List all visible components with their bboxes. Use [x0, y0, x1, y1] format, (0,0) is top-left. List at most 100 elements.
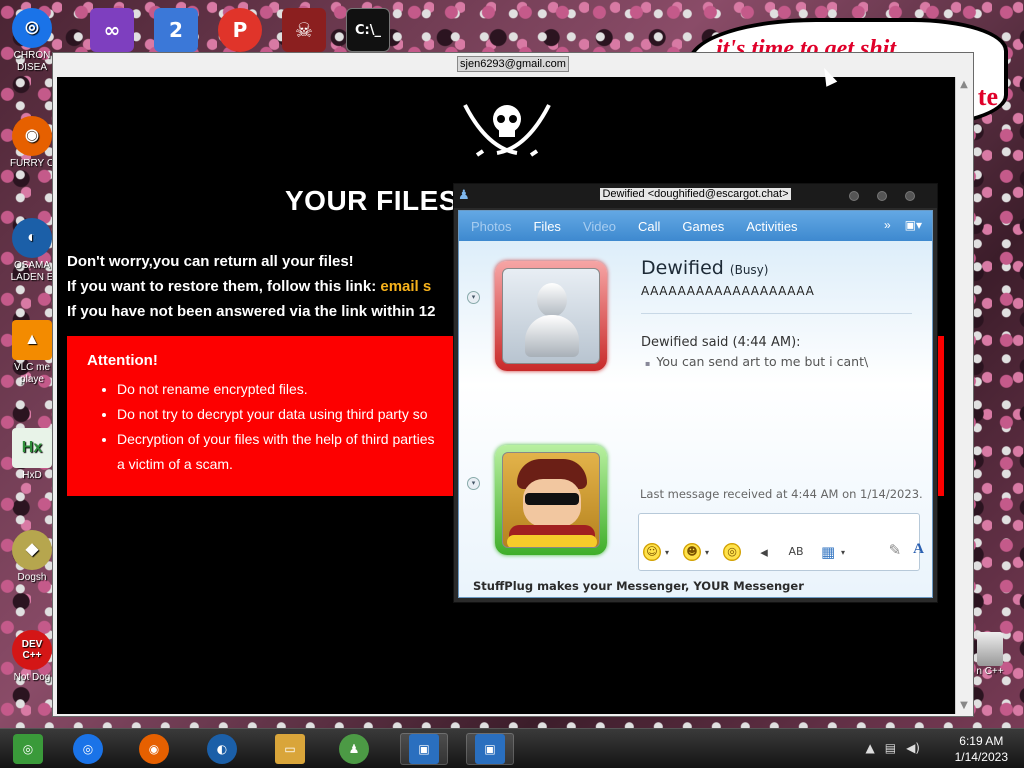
wink-icon[interactable]: ☻: [683, 543, 702, 561]
p-icon[interactable]: P: [218, 8, 262, 52]
ransom-email-link[interactable]: email s: [380, 278, 431, 295]
toolbar-games[interactable]: Games: [682, 219, 724, 234]
toolbar-call[interactable]: Call: [638, 219, 660, 234]
chromium-icon: ◎: [13, 734, 43, 764]
taskbar-chrome[interactable]: ◎: [64, 733, 112, 765]
taskbar-messenger[interactable]: ♟: [330, 733, 378, 765]
obama-logo-icon: ◐: [207, 734, 237, 764]
taskbar-firefox[interactable]: ◉: [130, 733, 178, 765]
network-icon[interactable]: ▤: [885, 741, 896, 755]
input-toolbar: ☺ ▾ ☻ ▾ ◎ ◂ AB ▦ ▾: [643, 543, 845, 561]
wink-caret-icon[interactable]: ▾: [705, 548, 709, 557]
firefox-icon: ◉: [139, 734, 169, 764]
self-avatar-frame[interactable]: [495, 445, 607, 555]
toolbar-right: » ▣▾: [884, 218, 922, 232]
taskbar-explorer[interactable]: ▭: [266, 733, 314, 765]
show-hidden-icons-icon[interactable]: ▲: [866, 741, 875, 755]
message-input[interactable]: [638, 513, 920, 571]
dogsh-icon: ◆: [12, 530, 52, 570]
voice-clip-icon[interactable]: ◂: [755, 543, 773, 561]
two-icon[interactable]: 2: [154, 8, 198, 52]
dev-cpp-icon: DEV C++: [12, 630, 52, 670]
taskbar-chromium[interactable]: ◎: [4, 733, 52, 765]
firefox-icon: ◉: [12, 116, 52, 156]
visual-studio-icon[interactable]: ∞: [90, 8, 134, 52]
installer-icon: ▣: [409, 734, 439, 764]
close-button[interactable]: [905, 191, 915, 201]
contact-avatar-frame[interactable]: [495, 261, 607, 371]
toolbar-options-icon[interactable]: ▣▾: [905, 218, 922, 232]
cmd-icon[interactable]: C:\_: [346, 8, 390, 52]
clock-time: 6:19 AM: [959, 734, 1004, 748]
ransom-scrollbar[interactable]: ▲ ▼: [955, 77, 971, 714]
message-header: Dewified said (4:44 AM):: [641, 335, 801, 350]
messenger-window: ♟ Dewified <doughified@escargot.chat> Ph…: [453, 183, 938, 603]
last-message-received: Last message received at 4:44 AM on 1/14…: [640, 487, 923, 501]
red-sigil-icon[interactable]: ☠: [282, 8, 326, 52]
ransom-heading: YOUR FILES: [285, 185, 459, 216]
messenger-title: Dewified <doughified@escargot.chat>: [454, 188, 937, 200]
taskbar-setup-1[interactable]: ▣: [400, 733, 448, 765]
pen-icon[interactable]: ✎: [889, 541, 902, 559]
obama-logo-icon: ◐: [12, 218, 52, 258]
ransom-instructions: Don't worry,you can return all your file…: [67, 249, 435, 324]
contact-status: (Busy): [729, 263, 769, 277]
avatar-sunglasses: [525, 493, 579, 505]
recycle-bin-icon: [977, 632, 1003, 666]
volume-icon[interactable]: ◀): [906, 741, 920, 755]
contact-personal-message: AAAAAAAAAAAAAAAAAAA: [641, 284, 815, 298]
speech-fragment: te: [977, 82, 998, 111]
clock[interactable]: 6:19 AM 1/14/2023: [955, 733, 1008, 765]
messenger-buddies-icon: ♟: [339, 734, 369, 764]
collapse-self-button[interactable]: ▾: [467, 477, 480, 490]
ransom-line-2: If you want to restore them, follow this…: [67, 274, 435, 299]
vlc-cone-icon: ▲: [12, 320, 52, 360]
background-icon[interactable]: ▦: [819, 543, 837, 561]
self-avatar: [502, 452, 600, 548]
messenger-toolbar: Photos Files Video Call Games Activities…: [459, 211, 932, 241]
messenger-titlebar[interactable]: ♟ Dewified <doughified@escargot.chat>: [454, 184, 937, 208]
avatar-gold-coins: [507, 535, 597, 547]
font-icon[interactable]: A: [913, 541, 924, 559]
divider: [641, 313, 912, 314]
toolbar-files[interactable]: Files: [533, 219, 560, 234]
messenger-title-text: Dewified <doughified@escargot.chat>: [600, 188, 791, 200]
ransom-line-3: If you have not been answered via the li…: [67, 303, 436, 320]
taskbar-obama[interactable]: ◐: [198, 733, 246, 765]
background-caret-icon[interactable]: ▾: [841, 548, 845, 557]
contact-name: Dewified (Busy): [641, 257, 768, 279]
installer-icon: ▣: [475, 734, 505, 764]
emoticon-icon[interactable]: ☺: [643, 543, 661, 561]
emoticon-caret-icon[interactable]: ▾: [665, 548, 669, 557]
conversation-pane: Photos Files Video Call Games Activities…: [458, 210, 933, 598]
scroll-down-icon[interactable]: ▼: [956, 698, 972, 714]
ransom-window-title: sjen6293@gmail.com: [457, 56, 569, 72]
clock-date: 1/14/2023: [954, 750, 1008, 764]
default-user-body: [525, 315, 579, 357]
message-text: You can send art to me but i cant\: [645, 354, 868, 369]
contact-avatar: [502, 268, 600, 364]
nudge-icon[interactable]: ◎: [723, 543, 742, 561]
toolbar-more-icon[interactable]: »: [884, 218, 891, 232]
ransom-window-titlebar[interactable]: sjen6293@gmail.com: [53, 53, 973, 75]
maximize-button[interactable]: [877, 191, 887, 201]
ransom-line-1: Don't worry,you can return all your file…: [67, 253, 354, 270]
ransom-line-2-prefix: If you want to restore them, follow this…: [67, 278, 381, 295]
spellcheck-icon[interactable]: AB: [787, 543, 805, 561]
taskbar: ◎ ◎ ◉ ◐ ▭ ♟ ▣ ▣ ▲ ▤ ◀) 6:19 AM 1/14/2023: [0, 728, 1024, 768]
chrome-icon: ◎: [12, 8, 52, 48]
system-tray: ▲ ▤ ◀): [866, 741, 921, 755]
toolbar-activities[interactable]: Activities: [746, 219, 797, 234]
input-toolbar-right: ✎ A: [889, 541, 924, 559]
taskbar-setup-2[interactable]: ▣: [466, 733, 514, 765]
skull-crossed-swords-icon: [463, 104, 551, 157]
contact-name-text: Dewified: [641, 257, 724, 279]
desktop-icons-top: ∞ 2 P ☠ C:\_: [90, 8, 390, 52]
hxd-icon: Hx: [12, 428, 52, 468]
scroll-up-icon[interactable]: ▲: [956, 77, 972, 93]
minimize-button[interactable]: [849, 191, 859, 201]
toolbar-photos[interactable]: Photos: [471, 219, 511, 234]
stuffplug-footer: StuffPlug makes your Messenger, YOUR Mes…: [473, 579, 804, 593]
toolbar-video[interactable]: Video: [583, 219, 616, 234]
collapse-contact-button[interactable]: ▾: [467, 291, 480, 304]
